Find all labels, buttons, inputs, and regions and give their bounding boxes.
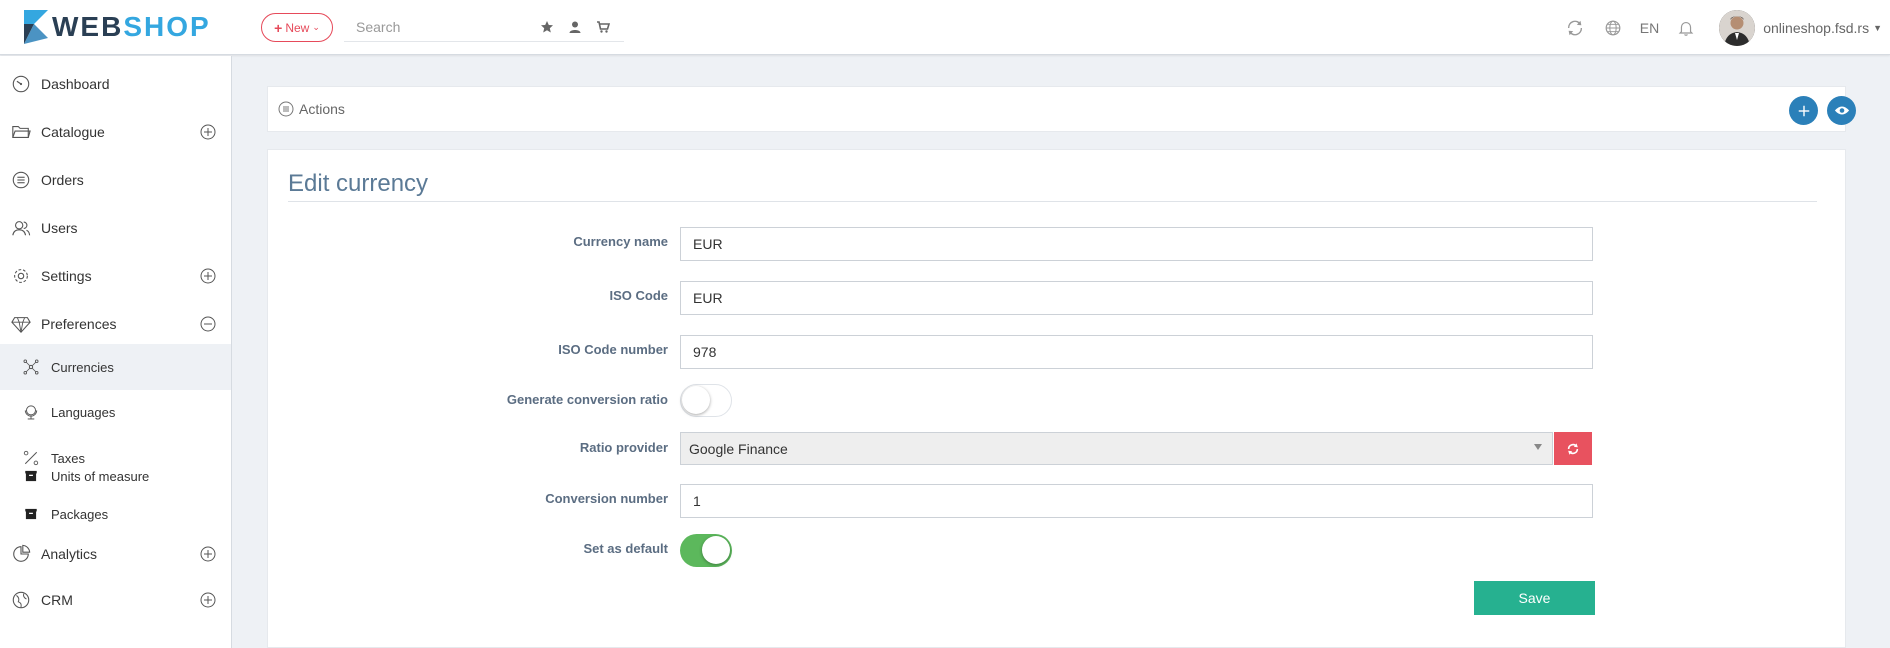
generate-ratio-toggle[interactable] (680, 384, 732, 417)
sidebar-item-label: Settings (41, 268, 92, 284)
sidebar-item-label: Orders (41, 172, 84, 188)
currency-name-input[interactable] (680, 227, 1593, 261)
logo-mark-icon (24, 10, 48, 44)
avatar[interactable] (1719, 9, 1756, 46)
sidebar-item-label: Analytics (41, 546, 98, 562)
box-icon (20, 503, 42, 525)
list-icon (10, 169, 32, 191)
currency-name-label: Currency name (573, 234, 668, 249)
ratio-provider-label: Ratio provider (579, 440, 668, 455)
plus-icon (1798, 105, 1809, 116)
sidebar-item-label: Units of measure (51, 468, 150, 484)
sidebar-item-label: CRM (41, 592, 73, 608)
set-default-label: Set as default (583, 541, 668, 556)
sidebar-item-label: Preferences (41, 316, 117, 332)
sidebar-item-preferences[interactable]: Preferences (0, 304, 231, 344)
new-button-label: New (285, 20, 310, 35)
sidebar-item-label: Catalogue (41, 124, 105, 140)
sidebar-item-settings[interactable]: Settings (0, 256, 231, 296)
sync-icon[interactable] (1564, 17, 1586, 39)
sidebar-item-analytics[interactable]: Analytics (0, 534, 231, 574)
logo-text-web: WEB (52, 11, 124, 42)
plus-icon: + (274, 19, 283, 36)
list-icon (278, 101, 294, 117)
sidebar-item-packages[interactable]: Packages (0, 494, 231, 534)
logo-text-shop: SHOP (123, 11, 211, 42)
actions-label: Actions (299, 101, 345, 117)
folder-icon (10, 121, 32, 143)
expand-plus-icon[interactable] (200, 592, 216, 608)
iso-code-number-label: ISO Code number (558, 342, 668, 357)
sidebar-item-users[interactable]: Users (0, 208, 231, 248)
logo[interactable]: WEBSHOP (22, 8, 211, 46)
search-bar (344, 12, 624, 42)
ratio-provider-value: Google Finance (689, 440, 788, 457)
expand-plus-icon[interactable] (200, 268, 216, 284)
top-bar: WEBSHOP + New ⌄ EN (0, 0, 1890, 55)
sidebar-item-crm[interactable]: CRM (0, 580, 231, 620)
ratio-provider-select[interactable]: Google Finance (680, 432, 1553, 465)
sidebar-item-units-of-measure[interactable]: Units of measure (0, 456, 231, 496)
set-default-toggle[interactable] (680, 534, 732, 567)
toggle-knob (682, 386, 710, 414)
expand-plus-icon[interactable] (200, 546, 216, 562)
header-tools: EN onlineshop.fsd.rs ▼ (1556, 0, 1890, 55)
cart-icon[interactable] (596, 20, 610, 34)
search-input[interactable] (344, 18, 534, 35)
conversion-number-input[interactable] (680, 484, 1593, 518)
user-menu[interactable]: onlineshop.fsd.rs ▼ (1763, 20, 1882, 36)
caret-down-icon: ▼ (1873, 22, 1882, 33)
new-button[interactable]: + New ⌄ (261, 13, 333, 42)
sidebar-item-label: Dashboard (41, 76, 110, 92)
dropdown-arrow-icon (1534, 444, 1542, 450)
save-button[interactable]: Save (1474, 581, 1595, 615)
language-selector[interactable]: EN (1640, 20, 1659, 36)
refresh-icon (1567, 442, 1579, 455)
crm-icon (10, 589, 32, 611)
add-button[interactable] (1789, 96, 1818, 125)
sidebar-item-label: Currencies (51, 359, 114, 375)
gear-icon (10, 265, 32, 287)
collapse-minus-icon[interactable] (200, 316, 216, 332)
logo-text: WEBSHOP (52, 11, 211, 43)
eye-icon (1834, 106, 1849, 115)
user-icon[interactable] (568, 20, 582, 34)
refresh-ratio-button[interactable] (1554, 432, 1592, 465)
sidebar-item-catalogue[interactable]: Catalogue (0, 112, 231, 152)
expand-plus-icon[interactable] (200, 124, 216, 140)
preview-button[interactable] (1827, 96, 1856, 125)
chevron-down-icon: ⌄ (312, 22, 320, 32)
star-icon[interactable] (540, 20, 554, 34)
search-shortcuts (540, 20, 624, 34)
bell-icon[interactable] (1675, 17, 1697, 39)
conversion-number-label: Conversion number (545, 491, 668, 506)
sidebar-item-currencies[interactable]: Currencies (0, 344, 231, 390)
sidebar-item-orders[interactable]: Orders (0, 160, 231, 200)
globe-stand-icon (20, 401, 42, 423)
diamond-icon (10, 313, 32, 335)
title-divider (288, 201, 1817, 202)
sidebar-item-dashboard[interactable]: Dashboard (0, 64, 231, 104)
pie-icon (10, 543, 32, 565)
actions-bar: Actions (267, 86, 1856, 132)
page-title: Edit currency (288, 170, 429, 197)
iso-code-label: ISO Code (609, 288, 668, 303)
network-icon (20, 356, 42, 378)
dashboard-icon (10, 73, 32, 95)
user-name: onlineshop.fsd.rs (1763, 19, 1870, 36)
globe-icon[interactable] (1602, 17, 1624, 39)
sidebar-item-languages[interactable]: Languages (0, 392, 231, 432)
box-icon (20, 465, 42, 487)
iso-code-number-input[interactable] (680, 335, 1593, 369)
sidebar-item-label: Packages (51, 506, 109, 522)
users-icon (10, 217, 32, 239)
sidebar: Dashboard Catalogue Orders Users Setting… (0, 56, 232, 648)
toggle-knob (702, 536, 730, 564)
iso-code-input[interactable] (680, 281, 1593, 315)
edit-currency-card: Edit currency Currency name ISO Code ISO… (267, 149, 1846, 648)
sidebar-item-label: Languages (51, 404, 116, 420)
generate-ratio-label: Generate conversion ratio (506, 392, 668, 407)
sidebar-item-label: Users (41, 220, 78, 236)
actions-menu[interactable]: Actions (278, 101, 345, 117)
